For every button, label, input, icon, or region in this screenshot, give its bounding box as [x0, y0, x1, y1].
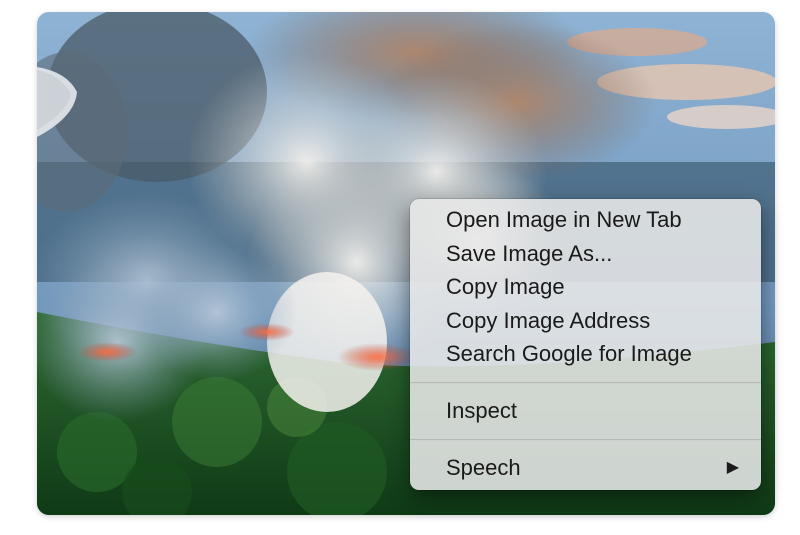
- menu-item-open-image-new-tab[interactable]: Open Image in New Tab: [410, 203, 761, 237]
- menu-item-speech-label: Speech: [446, 454, 521, 480]
- menu-item-speech[interactable]: Speech ▶: [410, 451, 761, 485]
- triangle-right-icon: ▶: [726, 458, 739, 476]
- context-menu: Open Image in New Tab Save Image As... C…: [410, 199, 761, 490]
- menu-item-copy-image[interactable]: Copy Image: [410, 270, 761, 304]
- menu-group-image-actions: Open Image in New Tab Save Image As... C…: [410, 203, 761, 371]
- menu-item-search-google-for-image[interactable]: Search Google for Image: [410, 337, 761, 371]
- menu-item-copy-image-address[interactable]: Copy Image Address: [410, 304, 761, 338]
- menu-item-save-image-as[interactable]: Save Image As...: [410, 237, 761, 271]
- menu-item-inspect[interactable]: Inspect: [410, 394, 761, 428]
- menu-separator: [410, 438, 761, 441]
- menu-separator: [410, 381, 761, 384]
